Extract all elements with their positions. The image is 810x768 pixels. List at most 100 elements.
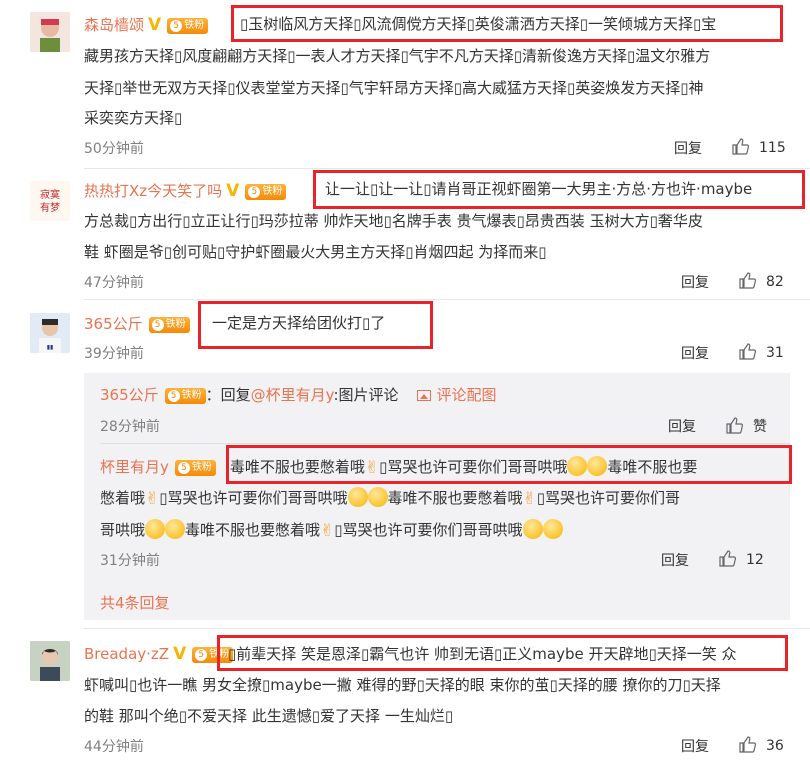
timestamp: 31分钟前 [100, 553, 160, 569]
comment-line: 方总裁▯方出行▯立正让行▯玛莎拉蒂 帅炸天地▯名牌手表 贵气爆表▯昂贵西装 玉树… [84, 212, 703, 230]
reply-text: ▯骂哭也许可要你们哥 [536, 489, 681, 507]
reply-text: :图片评论 [333, 386, 399, 404]
reply-text: 憋着哦 [100, 489, 146, 507]
username[interactable]: 热热打Xz今天笑了吗 V 5 铁粉 [84, 180, 287, 201]
thumbs-up-icon [739, 343, 756, 360]
reply-button[interactable]: 回复 [681, 343, 709, 363]
peace-hand-icon: ✌ [522, 489, 537, 509]
avatar[interactable]: ▮▮ [30, 313, 70, 353]
username[interactable]: Breaday·zZ V 5 铁粉 [84, 644, 234, 664]
reply-button[interactable]: 回复 [681, 736, 709, 756]
reply-text: 毒唯不服也要憋着哦 [387, 489, 523, 507]
comment-line: 的鞋 那叫个绝▯不爱天择 此生遗憾▯爱了天择 一生灿烂▯ [84, 707, 454, 725]
timestamp: 39分钟前 [84, 346, 144, 362]
fan-level: 5 [151, 319, 164, 331]
fan-badge-icon: 5 铁粉 [245, 184, 287, 200]
reply-1: 365公斤 5 铁粉 ：回复@杯里有月y:图片评论 评论配图 28分钟前 回复 赞 [0, 373, 810, 439]
svg-text:寂寞: 寂寞 [40, 188, 60, 201]
fan-level: 5 [170, 20, 183, 32]
comment-2: 寂寞 有梦 热热打Xz今天笑了吗 V 5 铁粉 让一让▯让一让▯请肖哥正视虾圈第一大男主… [0, 169, 810, 299]
verified-icon: V [173, 644, 187, 664]
fan-badge-icon: 5 铁粉 [174, 460, 216, 476]
fan-level: 5 [248, 186, 261, 198]
emoji-icon [347, 487, 368, 507]
highlight-box [198, 301, 433, 349]
avatar[interactable] [30, 12, 70, 52]
username-text[interactable]: 365公斤 [100, 386, 159, 404]
like-count: 82 [766, 274, 784, 290]
thumbs-up-icon [739, 272, 756, 289]
username-text[interactable]: Breaday·zZ [84, 645, 169, 663]
like-button[interactable]: 12 [719, 550, 764, 568]
fan-badge-icon: 5 铁粉 [167, 18, 209, 34]
verified-icon: V [148, 15, 162, 35]
reply-button[interactable]: 回复 [668, 416, 696, 436]
avatar[interactable] [30, 641, 70, 681]
reply-2: 杯里有月y 5 铁粉 毒唯不服也要憋着哦✌▯骂哭也许可要你们哥哥哄哦 毒唯不服也要 憋着… [0, 444, 810, 574]
fan-badge-icon: 5 铁粉 [148, 317, 190, 333]
fan-label: 铁粉 [181, 390, 202, 401]
emoji-icon [145, 519, 166, 539]
svg-text:▮▮: ▮▮ [47, 344, 54, 351]
like-count: 115 [759, 140, 786, 156]
username[interactable]: 森岛樯颂 V 5 铁粉 [84, 14, 209, 35]
username-text[interactable]: 热热打Xz今天笑了吗 [84, 182, 222, 200]
emoji-icon [522, 519, 543, 539]
highlight-box [313, 170, 805, 209]
comment-line: 虾喊叫▯也许一瞧 男女全撩▯maybe一撇 难得的野▯天择的眼 束你的茧▯天择的… [84, 676, 721, 694]
reply-prefix: ：回复 [205, 386, 251, 404]
emoji-icon [165, 519, 186, 539]
like-count: 31 [766, 345, 784, 361]
reply-button[interactable]: 回复 [674, 138, 702, 158]
fan-label: 铁粉 [191, 462, 212, 473]
reply-button[interactable]: 回复 [681, 272, 709, 292]
comment-line: 采奕奕方天择▯ [84, 109, 183, 127]
timestamp: 50分钟前 [84, 141, 144, 157]
like-button[interactable]: 82 [739, 272, 784, 290]
fan-label: 铁粉 [184, 20, 205, 31]
fan-level: 5 [195, 649, 208, 661]
username-text[interactable]: 杯里有月y [100, 458, 169, 476]
like-button[interactable]: 赞 [726, 416, 767, 436]
reply-text: ▯骂哭也许可要你们哥哥哄哦 [159, 489, 348, 507]
reply-text: 毒唯不服也要憋着哦 [185, 521, 321, 539]
like-button[interactable]: 36 [739, 736, 784, 754]
timestamp: 44分钟前 [84, 739, 144, 755]
emoji-icon [542, 519, 563, 539]
timestamp: 28分钟前 [100, 419, 160, 435]
svg-text:有梦: 有梦 [40, 201, 60, 214]
fan-level: 5 [167, 390, 180, 402]
reply-line: 哥哄哦 毒唯不服也要憋着哦✌▯骂哭也许可要你们哥哥哄哦 [100, 514, 563, 547]
reply-button[interactable]: 回复 [661, 550, 689, 570]
highlight-box [231, 5, 783, 42]
mention-link[interactable]: @杯里有月y [251, 386, 334, 404]
username-text[interactable]: 森岛樯颂 [84, 16, 144, 34]
fan-badge-icon: 5 铁粉 [164, 388, 206, 404]
more-replies-link[interactable]: 共4条回复 [100, 587, 170, 619]
comment-4: Breaday·zZ V 5 铁粉 ▯前辈天择 笑是恩泽▯霸气也许 帅到无语▯正义ma… [0, 629, 810, 768]
like-button[interactable]: 115 [732, 138, 786, 156]
highlight-box [217, 635, 788, 671]
comment-1: 森岛樯颂 V 5 铁粉 ▯玉树临风方天择▯风流倜傥方天择▯英俊潇洒方天择▯一笑倾城方天… [0, 0, 810, 168]
comment-line: 天择▯举世无双方天择▯仪表堂堂方天择▯气宇轩昂方天择▯高大威猛方天择▯英姿焕发方… [84, 79, 704, 97]
verified-icon: V [226, 181, 240, 201]
like-label: 赞 [753, 419, 767, 435]
fan-label: 铁粉 [262, 186, 283, 197]
peace-hand-icon: ✌ [145, 489, 160, 509]
username[interactable]: 365公斤 5 铁粉 [84, 313, 190, 334]
thumbs-up-icon [732, 138, 749, 155]
avatar[interactable]: 寂寞 有梦 [30, 181, 70, 221]
comment-line: 藏男孩方天择▯风度翩翩方天择▯一表人才方天择▯气宇不凡方天择▯清新俊逸方天择▯温… [84, 47, 711, 65]
thumbs-up-icon [719, 550, 736, 567]
reply-line: 365公斤 5 铁粉 ：回复@杯里有月y:图片评论 评论配图 [100, 379, 497, 411]
username-text[interactable]: 365公斤 [84, 315, 143, 333]
picture-link[interactable]: 评论配图 [437, 386, 497, 404]
highlight-box [226, 445, 792, 484]
reply-line: 憋着哦✌▯骂哭也许可要你们哥哥哄哦 毒唯不服也要憋着哦✌▯骂哭也许可要你们哥 [100, 482, 680, 515]
like-count: 36 [766, 738, 784, 754]
reply-text: ▯骂哭也许可要你们哥哥哄哦 [334, 521, 523, 539]
like-button[interactable]: 31 [739, 343, 784, 361]
timestamp: 47分钟前 [84, 275, 144, 291]
thumbs-up-icon [726, 417, 743, 434]
comment-line: 鞋 虾圈是爷▯创可贴▯守护虾圈最火大男主方天择▯肖烟四起 为择而来▯ [84, 243, 547, 261]
